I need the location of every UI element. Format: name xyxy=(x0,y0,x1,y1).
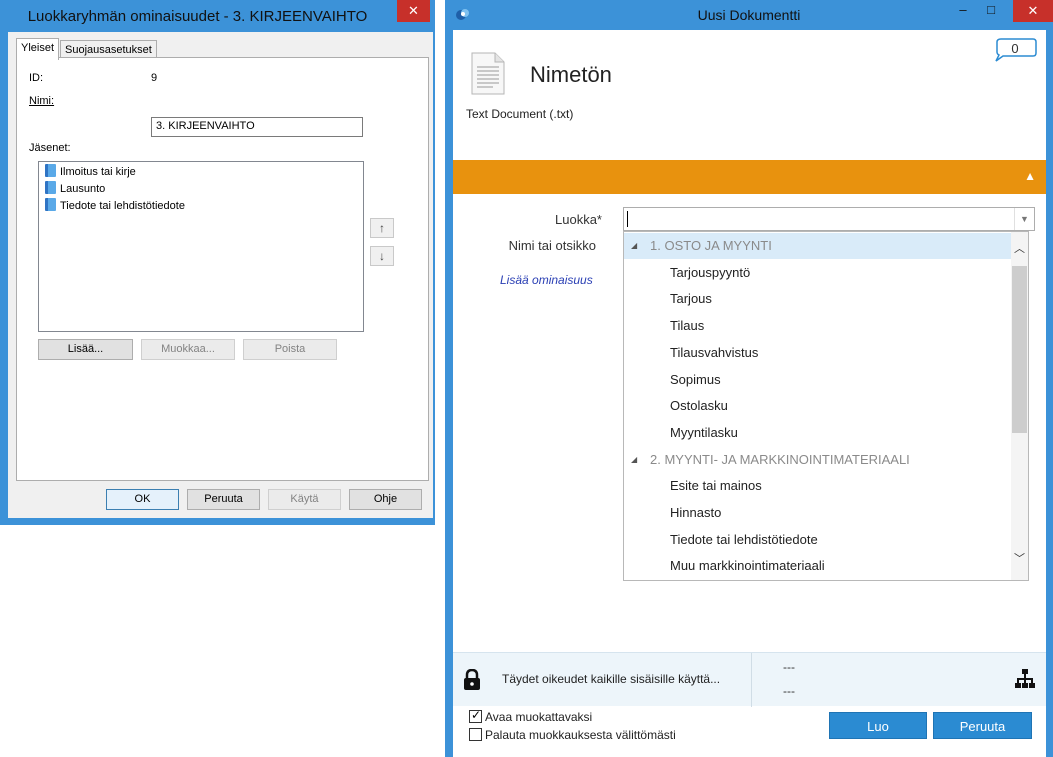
dropdown-item-label: Tilausvahvistus xyxy=(670,344,759,360)
workflow-value: --- xyxy=(783,660,795,674)
id-value: 9 xyxy=(151,72,158,84)
open-editable-label: Avaa muokattavaksi xyxy=(485,710,593,724)
remove-member-button[interactable]: Poista xyxy=(243,339,337,360)
name-input[interactable]: 3. KIRJEENVAIHTO xyxy=(151,117,363,137)
members-list[interactable]: Ilmoitus tai kirje Lausunto Tiedote tai … xyxy=(38,161,364,332)
dialog-close-button[interactable]: ✕ xyxy=(397,0,430,22)
arrow-down-icon: ↓ xyxy=(379,249,385,263)
dropdown-class-item[interactable]: Tarjouspyyntö xyxy=(624,260,1012,286)
text-file-icon xyxy=(471,52,505,95)
checkmark-icon: ✓ xyxy=(471,708,482,722)
window-client-area: Nimetön Text Document (.txt) 0 ▲ Luokka*… xyxy=(453,30,1046,757)
dropdown-item-label: Esite tai mainos xyxy=(670,478,762,494)
footer-divider xyxy=(751,653,752,707)
name-or-title-label: Nimi tai otsikko xyxy=(508,238,596,253)
dropdown-class-item[interactable]: Muu markkinointimateriaali xyxy=(624,553,1012,579)
dropdown-arrow-icon[interactable]: ▼ xyxy=(1014,208,1034,230)
name-label: Nimi: xyxy=(29,95,54,107)
dropdown-item-label: Tarjous xyxy=(670,291,712,307)
cancel-button[interactable]: Peruuta xyxy=(187,489,260,510)
dropdown-class-item[interactable]: Tarjous xyxy=(624,286,1012,312)
dialog-titlebar[interactable]: Luokkaryhmän ominaisuudet - 3. KIRJEENVA… xyxy=(0,0,435,32)
name-label-text: Nimi: xyxy=(29,95,55,107)
dropdown-class-item[interactable]: Esite tai mainos xyxy=(624,473,1012,499)
collapse-arrow-icon[interactable]: ▲ xyxy=(1024,169,1036,183)
apply-button[interactable]: Käytä xyxy=(268,489,341,510)
document-name: Nimetön xyxy=(530,62,612,87)
id-label: ID: xyxy=(29,72,44,84)
member-label: Ilmoitus tai kirje xyxy=(60,166,136,178)
document-class-icon xyxy=(45,181,56,194)
dropdown-item-label: Tilaus xyxy=(670,318,705,334)
maximize-button[interactable]: □ xyxy=(977,0,1005,22)
dropdown-class-item[interactable]: Tilausvahvistus xyxy=(624,340,1012,366)
text-caret xyxy=(627,211,628,227)
list-item[interactable]: Ilmoitus tai kirje xyxy=(45,164,136,180)
dropdown-class-item[interactable]: Ostolasku xyxy=(624,393,1012,419)
comments-button[interactable]: 0 xyxy=(993,38,1037,62)
dropdown-category-item[interactable]: ◢ 1. OSTO JA MYYNTI xyxy=(624,233,1012,259)
return-immediately-label: Palauta muokkauksesta välittömästi xyxy=(485,728,676,742)
dropdown-item-label: Tarjouspyyntö xyxy=(670,264,751,280)
document-type: Text Document (.txt) xyxy=(466,107,574,121)
edit-member-button[interactable]: Muokkaa... xyxy=(141,339,235,360)
permissions-bar: Täydet oikeudet kaikille sisäisille käyt… xyxy=(453,652,1046,707)
minimize-button[interactable]: – xyxy=(949,0,977,22)
dropdown-category-item[interactable]: ◢ 2. MYYNTI- JA MARKKINOINTIMATERIAALI xyxy=(624,447,1012,473)
dialog-title: Luokkaryhmän ominaisuudet - 3. KIRJEENVA… xyxy=(27,8,368,25)
scroll-down-icon[interactable]: ﹀ xyxy=(1011,550,1028,566)
comment-count: 0 xyxy=(1011,41,1019,56)
dropdown-class-item[interactable]: Hinnasto xyxy=(624,500,1012,526)
dropdown-item-label: 2. MYYNTI- JA MARKKINOINTIMATERIAALI xyxy=(650,451,910,467)
class-combobox[interactable]: ▼ xyxy=(623,207,1035,231)
members-label: Jäsenet: xyxy=(29,142,71,154)
help-button[interactable]: Ohje xyxy=(349,489,422,510)
member-label: Tiedote tai lehdistötiedote xyxy=(60,200,185,212)
dialog-client-area: Yleiset Suojausasetukset ID: 9 Nimi: 3. … xyxy=(8,32,433,518)
dropdown-item-label: Myyntilasku xyxy=(670,424,738,440)
class-group-properties-dialog: Luokkaryhmän ominaisuudet - 3. KIRJEENVA… xyxy=(0,0,435,525)
dropdown-class-item[interactable]: Tiedote tai lehdistötiedote xyxy=(624,527,1012,553)
tab-general[interactable]: Yleiset xyxy=(16,38,60,60)
state-value: --- xyxy=(783,684,795,698)
metadata-section-header[interactable]: ▲ xyxy=(453,160,1046,194)
dropdown-item-label: Muu markkinointimateriaali xyxy=(670,558,825,574)
collapse-triangle-icon[interactable]: ◢ xyxy=(631,447,637,473)
arrow-up-icon: ↑ xyxy=(379,221,385,235)
add-property-link[interactable]: Lisää ominaisuus xyxy=(500,273,593,287)
dropdown-item-label: Tiedote tai lehdistötiedote xyxy=(670,531,818,547)
scrollbar-thumb[interactable] xyxy=(1012,266,1027,433)
list-item[interactable]: Lausunto xyxy=(45,181,105,197)
dropdown-item-label: Hinnasto xyxy=(670,505,722,520)
dropdown-scrollbar[interactable]: ︿ ﹀ xyxy=(1011,232,1028,580)
document-class-icon xyxy=(45,198,56,211)
class-label: Luokka* xyxy=(555,212,602,227)
dropdown-item-label: 1. OSTO JA MYYNTI xyxy=(650,238,772,253)
dropdown-class-item[interactable]: Sopimus xyxy=(624,367,1012,393)
return-immediately-checkbox[interactable] xyxy=(469,728,482,741)
scroll-up-icon[interactable]: ︿ xyxy=(1011,240,1028,256)
hierarchy-icon[interactable] xyxy=(1015,669,1035,689)
open-editable-checkbox[interactable]: ✓ xyxy=(469,708,482,723)
create-button[interactable]: Luo xyxy=(829,712,927,739)
general-tab-panel: ID: 9 Nimi: 3. KIRJEENVAIHTO Jäsenet: Il… xyxy=(16,57,429,481)
new-document-window: Uusi Dokumentti – □ ✕ Nimetön Text Docum… xyxy=(445,0,1053,757)
collapse-triangle-icon[interactable]: ◢ xyxy=(631,233,637,259)
member-label: Lausunto xyxy=(60,183,106,195)
lock-icon[interactable] xyxy=(463,669,481,691)
cancel-button[interactable]: Peruuta xyxy=(933,712,1032,739)
class-dropdown-list[interactable]: ◢ 1. OSTO JA MYYNTI Tarjouspyyntö Tarjous Ti… xyxy=(623,231,1029,581)
move-up-button[interactable]: ↑ xyxy=(370,218,394,238)
document-class-icon xyxy=(45,164,56,177)
dropdown-class-item[interactable]: Myyntilasku xyxy=(624,420,1012,446)
dropdown-item-label: Ostolasku xyxy=(670,398,728,414)
ok-button[interactable]: OK xyxy=(106,489,179,510)
dropdown-item-label: Sopimus xyxy=(670,371,721,387)
permissions-text[interactable]: Täydet oikeudet kaikille sisäisille käyt… xyxy=(502,672,720,686)
add-member-button[interactable]: Lisää... xyxy=(38,339,133,360)
window-close-button[interactable]: ✕ xyxy=(1013,0,1053,22)
move-down-button[interactable]: ↓ xyxy=(370,246,394,266)
dropdown-class-item[interactable]: Tilaus xyxy=(624,313,1012,339)
list-item[interactable]: Tiedote tai lehdistötiedote xyxy=(45,198,185,214)
